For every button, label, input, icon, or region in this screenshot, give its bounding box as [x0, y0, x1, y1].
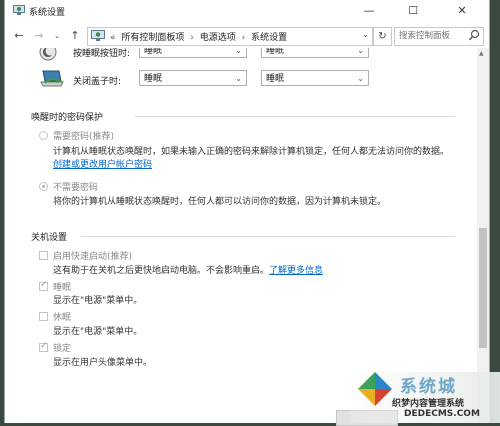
no-password-label[interactable]: 不需要密码	[53, 180, 98, 193]
watermark-title: 系统城	[400, 377, 457, 397]
control-panel-icon	[13, 5, 25, 15]
sleep-button-label: 按睡眠按钮时:	[73, 49, 131, 59]
lock-checkbox[interactable]	[39, 341, 48, 352]
sleep-button-on-battery-select[interactable]: 睡眠 ⌄	[139, 48, 247, 58]
breadcrumb-item-system-settings[interactable]: 系统设置	[251, 33, 287, 43]
settings-content: 按睡眠按钮时: 睡眠 ⌄ 睡眠 ⌄ 关闭盖子时: 睡眠 ⌄ 睡眠 ⌄ 唤醒时的密…	[5, 48, 477, 423]
window-title: 系统设置	[29, 8, 66, 18]
sleep-button-plugged-in-select[interactable]: 睡眠 ⌄	[261, 48, 369, 58]
fast-startup-checkbox[interactable]	[39, 251, 48, 260]
chevron-down-icon[interactable]: ⌄	[362, 30, 369, 39]
up-button[interactable]: ↑	[67, 28, 83, 44]
minimize-button[interactable]: —	[347, 0, 391, 22]
require-password-desc: 计算机从睡眠状态唤醒时，如果未输入正确的密码来解除计算机锁定，任何人都无法访问你…	[53, 147, 450, 157]
hibernate-label[interactable]: 休眠	[53, 310, 71, 323]
back-button[interactable]: ←	[11, 28, 27, 44]
sleep-desc: 显示在"电源"菜单中。	[53, 296, 143, 306]
control-panel-icon	[91, 30, 105, 41]
close-lid-plugged-in-value: 睡眠	[266, 74, 285, 84]
lock-label[interactable]: 锁定	[53, 341, 71, 354]
forward-button[interactable]: →	[31, 28, 47, 44]
watermark-subtitle: 织梦内容管理系统	[392, 399, 465, 409]
sleep-button-on-battery-value: 睡眠	[144, 48, 163, 56]
vertical-scrollbar[interactable]: ▲	[477, 48, 489, 423]
search-box[interactable]	[394, 27, 484, 46]
no-password-radio[interactable]	[39, 182, 48, 191]
sleep-checkbox[interactable]	[39, 280, 48, 291]
breadcrumb-separator[interactable]: ›	[190, 33, 194, 43]
refresh-button[interactable]: ↻	[373, 27, 392, 46]
fast-startup-desc-text: 这有助于在关机之后更快地启动电脑。不会影响重启。	[53, 266, 270, 276]
navigation-bar: ← → ⌄ ↑ « 所有控制面板项 › 电源选项 › 系统设置 ⌄ ↻	[5, 24, 489, 48]
no-password-desc: 将你的计算机从睡眠状态唤醒时，任何人都可以访问你的数据，因为计算机未锁定。	[53, 197, 387, 207]
maximize-button[interactable]: ☐	[391, 0, 435, 22]
chevron-down-icon: ⌄	[357, 48, 364, 55]
close-lid-on-battery-select[interactable]: 睡眠 ⌄	[139, 70, 247, 86]
close-lid-plugged-in-select[interactable]: 睡眠 ⌄	[261, 70, 369, 86]
watermark-domain: DEDECMS.COM	[404, 409, 480, 419]
fast-startup-label[interactable]: 启用快速启动(推荐)	[53, 249, 132, 262]
chevron-down-icon: ⌄	[235, 48, 242, 55]
recent-locations-button[interactable]: ⌄	[49, 28, 65, 44]
lock-desc: 显示在用户头像菜单中。	[53, 358, 153, 368]
chevron-down-icon: ⌄	[235, 74, 242, 83]
sleep-button-icon	[39, 48, 57, 61]
sleep-label[interactable]: 睡眠	[53, 280, 71, 293]
section-divider	[135, 116, 455, 117]
breadcrumb-prefix[interactable]: «	[110, 33, 116, 43]
title-bar: 系统设置 — ☐ ✕	[5, 0, 489, 22]
require-password-radio[interactable]	[39, 131, 48, 140]
chevron-down-icon: ⌄	[357, 74, 364, 83]
require-password-label[interactable]: 需要密码(推荐)	[53, 129, 114, 142]
hibernate-checkbox[interactable]	[39, 312, 48, 321]
laptop-lid-icon	[40, 70, 64, 87]
password-section-title: 唤醒时的密码保护	[31, 113, 104, 123]
system-settings-window: 系统设置 — ☐ ✕ ← → ⌄ ↑ « 所有控制面板项 › 电源选项 › 系统…	[4, 0, 490, 423]
address-bar[interactable]: « 所有控制面板项 › 电源选项 › 系统设置 ⌄	[87, 27, 373, 46]
search-icon[interactable]	[468, 29, 480, 42]
breadcrumb: « 所有控制面板项 › 电源选项 › 系统设置	[110, 30, 290, 43]
close-button[interactable]: ✕	[435, 0, 489, 22]
windows-logo-icon	[358, 372, 392, 406]
shutdown-section-title: 关机设置	[31, 233, 68, 243]
scrollbar-thumb[interactable]	[479, 228, 487, 348]
scroll-up-icon[interactable]: ▲	[479, 50, 484, 57]
close-lid-on-battery-value: 睡眠	[144, 74, 163, 84]
breadcrumb-item-control-panel[interactable]: 所有控制面板项	[121, 33, 184, 43]
learn-more-link[interactable]: 了解更多信息	[269, 266, 323, 276]
fast-startup-desc: 这有助于在关机之后更快地启动电脑。不会影响重启。了解更多信息	[53, 263, 323, 276]
breadcrumb-separator[interactable]: ›	[242, 33, 246, 43]
create-password-link[interactable]: 创建或更改用户帐户密码	[53, 157, 152, 170]
breadcrumb-item-power-options[interactable]: 电源选项	[200, 33, 236, 43]
search-input[interactable]	[395, 28, 467, 43]
sleep-button-plugged-in-value: 睡眠	[266, 48, 285, 56]
close-lid-label: 关闭盖子时:	[73, 77, 122, 87]
hibernate-desc: 显示在"电源"菜单中。	[53, 327, 143, 337]
section-divider	[81, 236, 455, 237]
